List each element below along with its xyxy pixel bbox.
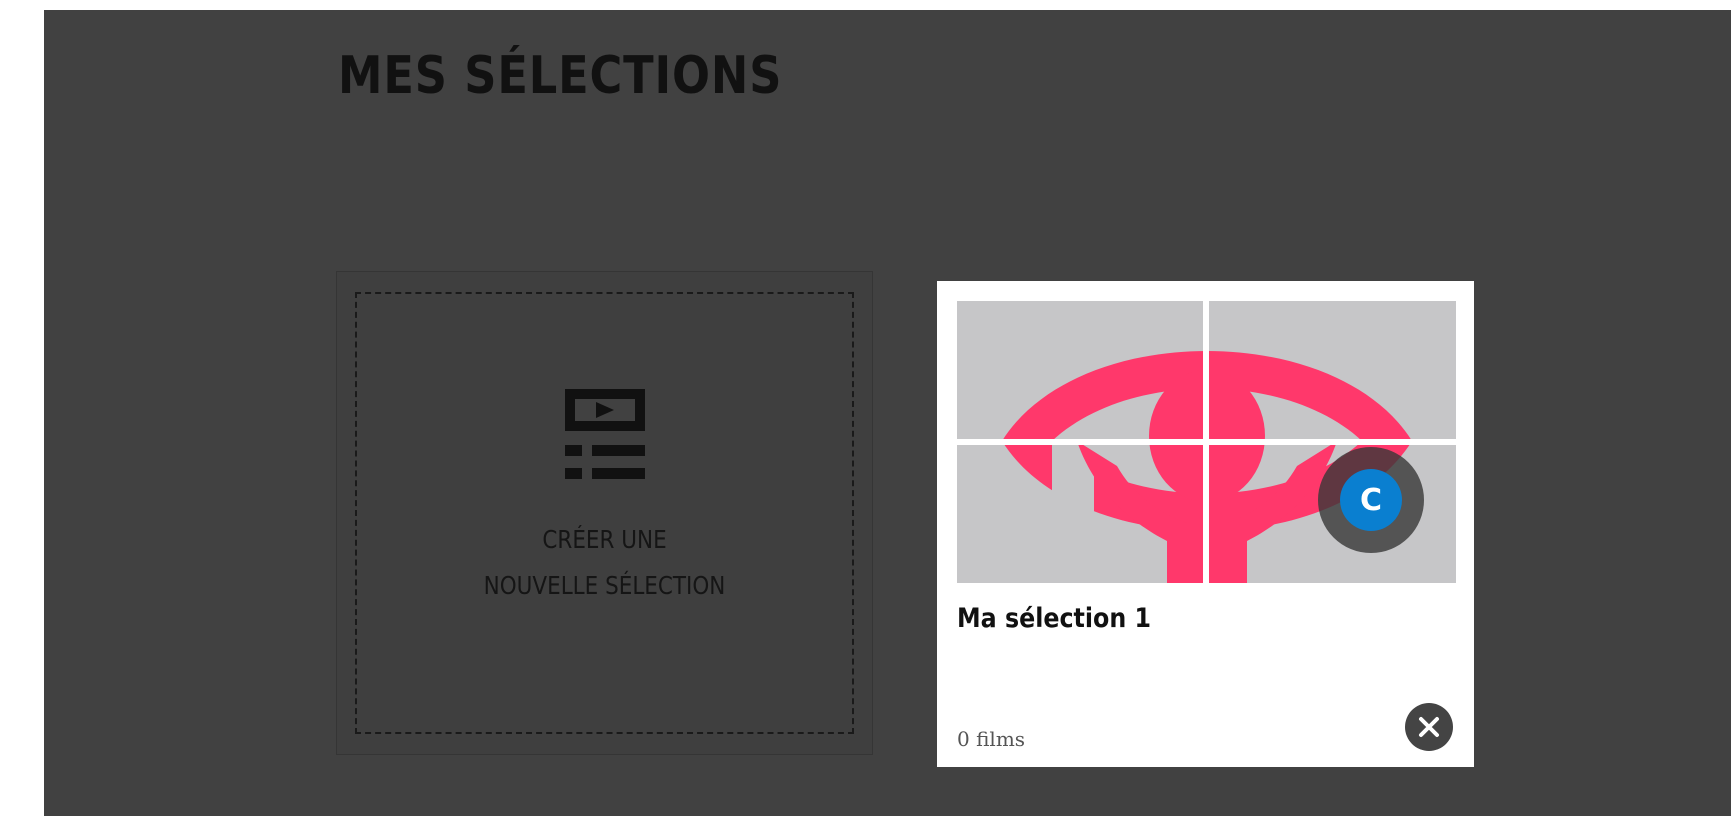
page-title: MES SÉLECTIONS bbox=[338, 46, 783, 106]
close-icon bbox=[1419, 717, 1439, 737]
rating-badge: C bbox=[1340, 469, 1402, 531]
selection-name[interactable]: Ma sélection 1 bbox=[957, 603, 1151, 634]
create-selection-label-line2: NOUVELLE SÉLECTION bbox=[483, 571, 726, 600]
create-selection-label-line1: CRÉER UNE bbox=[542, 525, 667, 554]
selections-panel: MES SÉLECTIONS CRÉER UNE NOUVELLE SÉLECT… bbox=[44, 10, 1731, 816]
selection-film-count: 0 films bbox=[957, 727, 1026, 751]
delete-selection-button[interactable] bbox=[1405, 703, 1453, 751]
selection-thumbnail[interactable]: C bbox=[957, 301, 1456, 583]
rating-badge-ring: C bbox=[1318, 447, 1424, 553]
create-selection-label: CRÉER UNE NOUVELLE SÉLECTION bbox=[484, 517, 726, 609]
playlist-icon bbox=[564, 389, 645, 479]
create-selection-dashed-area[interactable]: CRÉER UNE NOUVELLE SÉLECTION bbox=[355, 292, 854, 734]
selection-card[interactable]: C Ma sélection 1 0 films bbox=[937, 281, 1474, 767]
create-selection-card[interactable]: CRÉER UNE NOUVELLE SÉLECTION bbox=[336, 271, 873, 755]
